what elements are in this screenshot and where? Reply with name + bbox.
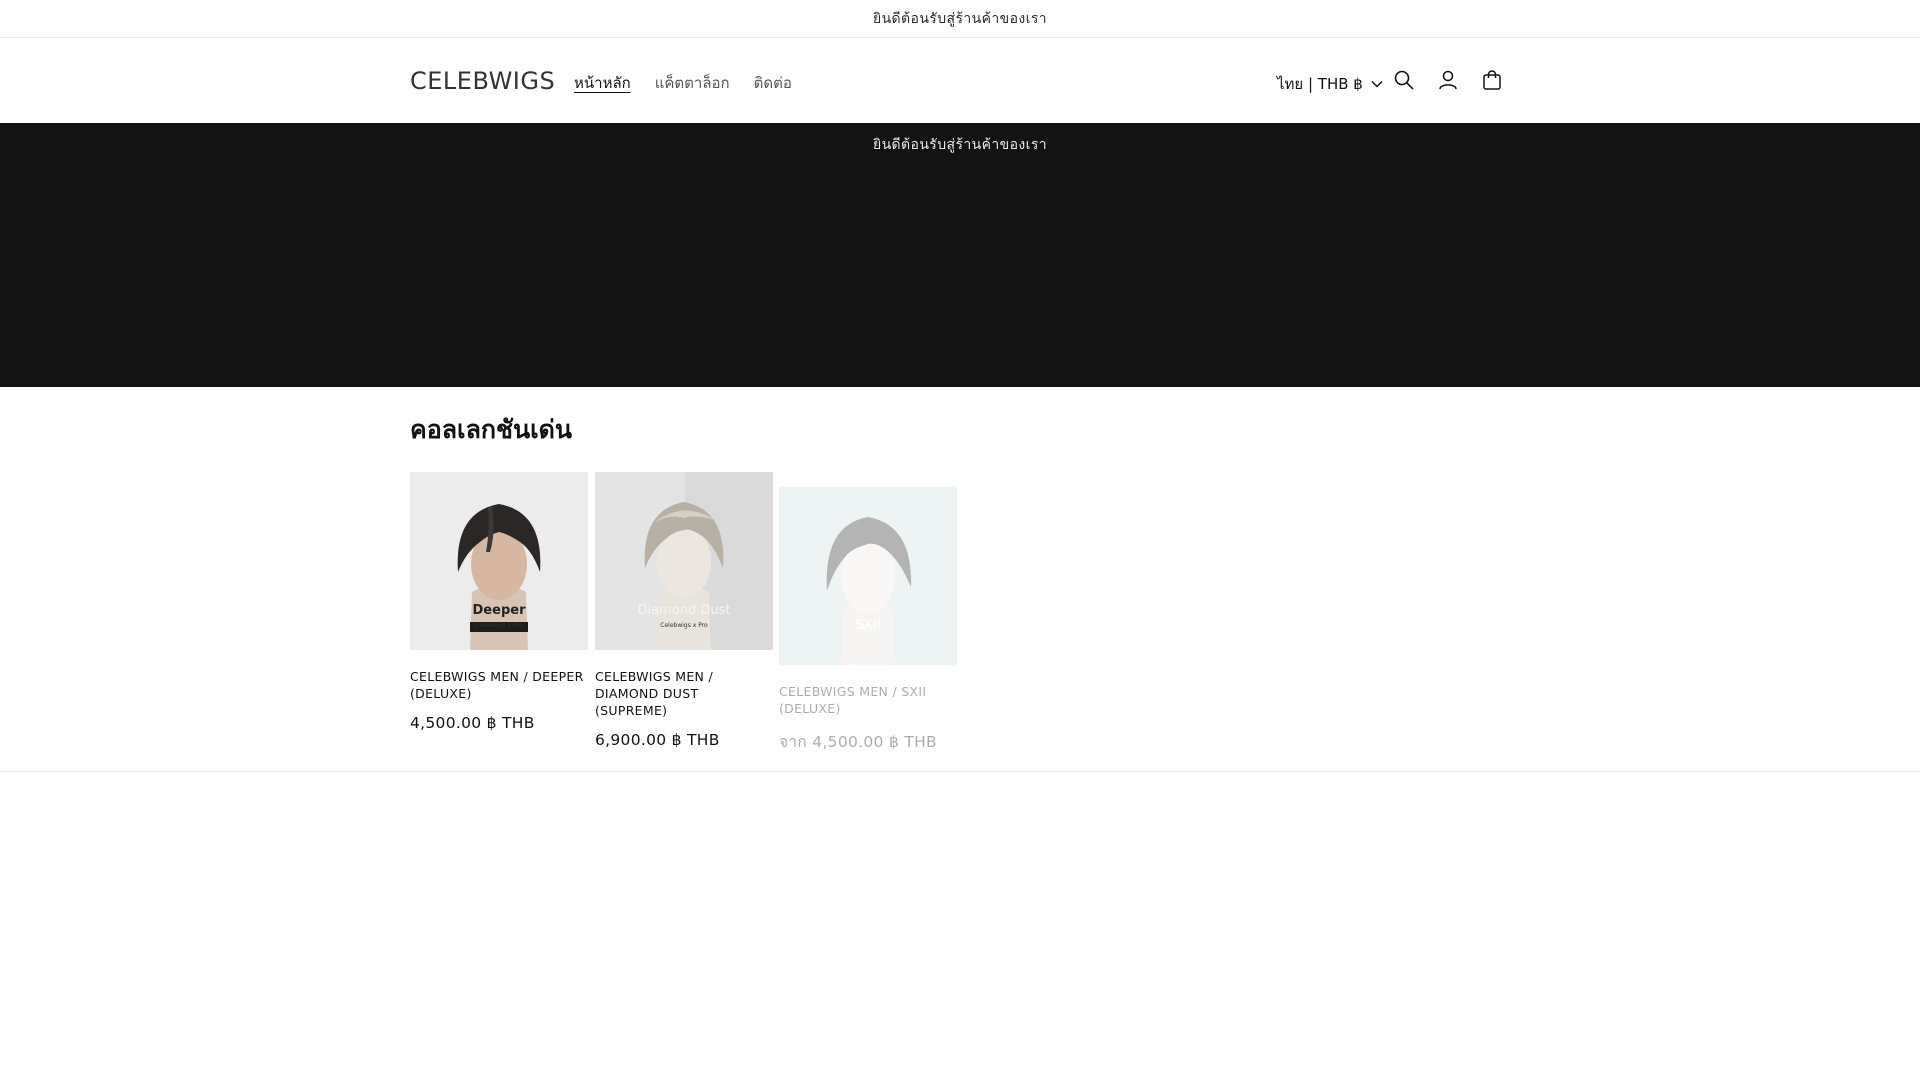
localization-selector[interactable]: ไทย | THB ฿	[1277, 72, 1383, 96]
site-header: CELEBWIGS หน้าหลัก แค็ตตาล็อก ติดต่อ ไทย…	[0, 39, 1920, 123]
hero-banner	[0, 123, 1920, 387]
product-card[interactable]: Deeper Celebwigs x Pro CELEBWIGS MEN / D…	[410, 472, 588, 732]
account-icon[interactable]	[1435, 67, 1461, 93]
product-card[interactable]: SXII CELEBWIGS MEN / SXII (DELUXE) จาก 4…	[779, 487, 957, 754]
image-caption: Deeper	[472, 603, 526, 618]
collection-title: คอลเลกชันเด่น	[410, 415, 572, 444]
product-image[interactable]: Diamond Dust Celebwigs x Pro	[595, 472, 773, 650]
wig-illustration	[779, 487, 957, 665]
chevron-down-icon	[1371, 80, 1383, 88]
announcement-text: ยินดีต้อนรับสู่ร้านค้าของเรา	[872, 10, 1048, 27]
cart-icon[interactable]	[1479, 67, 1505, 93]
nav-item-home[interactable]: หน้าหลัก	[574, 71, 631, 95]
nav-item-contact[interactable]: ติดต่อ	[754, 71, 792, 95]
section-divider	[0, 771, 1920, 772]
image-caption: Diamond Dust	[637, 603, 731, 618]
localization-label: ไทย | THB ฿	[1277, 75, 1363, 93]
store-logo[interactable]: CELEBWIGS	[410, 67, 555, 95]
nav-item-catalog[interactable]: แค็ตตาล็อก	[655, 71, 730, 95]
product-name[interactable]: CELEBWIGS MEN / DIAMOND DUST (SUPREME)	[595, 668, 773, 719]
product-price: จาก 4,500.00 ฿ THB	[779, 733, 937, 751]
search-icon[interactable]	[1391, 67, 1417, 93]
product-card[interactable]: Diamond Dust Celebwigs x Pro CELEBWIGS M…	[595, 472, 773, 749]
main-nav: หน้าหลัก แค็ตตาล็อก ติดต่อ	[574, 71, 792, 95]
image-caption: SXII	[855, 618, 881, 633]
image-subcaption: Celebwigs x Pro	[660, 622, 708, 629]
announcement-bar: ยินดีต้อนรับสู่ร้านค้าของเรา	[0, 0, 1920, 38]
banner-text: ยินดีต้อนรับสู่ร้านค้าของเรา	[872, 137, 1048, 153]
product-image[interactable]: Deeper Celebwigs x Pro	[410, 472, 588, 650]
product-image[interactable]: SXII	[779, 487, 957, 665]
product-price: 6,900.00 ฿ THB	[595, 731, 720, 749]
product-price: 4,500.00 ฿ THB	[410, 714, 535, 732]
image-subcaption: Celebwigs x Pro	[475, 622, 523, 629]
product-name[interactable]: CELEBWIGS MEN / DEEPER (DELUXE)	[410, 668, 588, 702]
product-name[interactable]: CELEBWIGS MEN / SXII (DELUXE)	[779, 683, 957, 717]
